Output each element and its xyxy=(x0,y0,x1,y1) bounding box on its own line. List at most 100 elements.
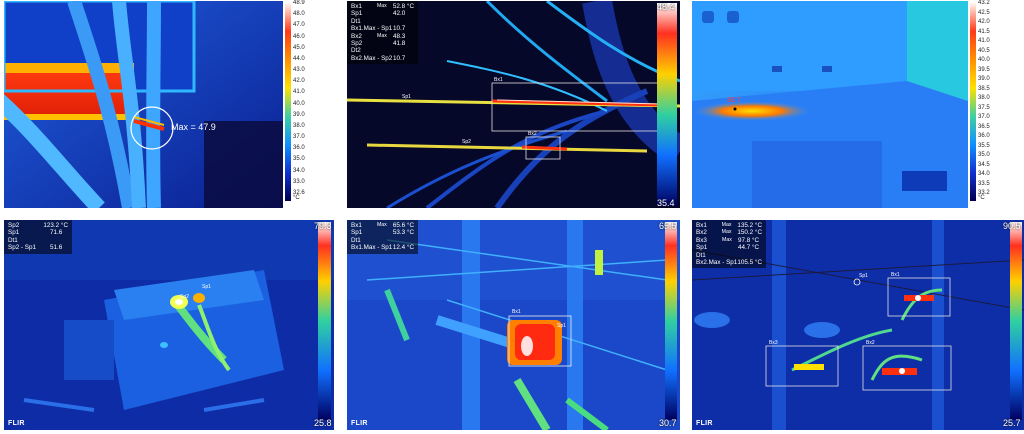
readout-row: Bx2.Max - Sp2 10.7 xyxy=(351,55,414,62)
scale-tick-label: 33.0 xyxy=(293,178,305,185)
scale-tick-label: 37.5 xyxy=(978,104,990,111)
scale-tick-label: 46.0 xyxy=(293,33,305,40)
readout-row: Sp1 44.7 °C xyxy=(696,244,762,251)
readout-row: Sp2 123.2 °C xyxy=(8,222,68,229)
readout-measure: Max xyxy=(721,222,732,228)
scale-tick-label: 45.0 xyxy=(293,44,305,51)
readout-value: 10.7 xyxy=(393,54,406,62)
readout-value: 71.6 xyxy=(50,229,63,237)
scale-tick-label: 43.2 xyxy=(978,0,990,6)
readout-measure xyxy=(722,259,735,266)
scale-tick-label: 34.0 xyxy=(293,167,305,174)
box-label-bx3: Bx3 xyxy=(769,340,778,346)
scale-max-value: 48.4 xyxy=(657,2,675,12)
scale-tick-label: 48.0 xyxy=(293,11,305,18)
box-label-bx1: Bx1 xyxy=(512,309,521,315)
panel1-color-gradient xyxy=(285,3,291,201)
scale-min-value: 25.8 xyxy=(314,418,332,428)
readout-row: Sp2 41.8 xyxy=(351,40,414,47)
scale-tick-label: 34.5 xyxy=(978,161,990,168)
readout-measure xyxy=(377,55,391,62)
readout-row: Bx2 Max 48.3 xyxy=(351,33,414,40)
scale-tick-label: 48.9 xyxy=(293,0,305,6)
readout-key: Dt1 xyxy=(351,236,361,244)
readout-measure xyxy=(377,229,391,236)
thermal-image-pole-junction: Bx1 Max 65.6 °C Sp1 53.3 °C Dt1 Bx1.Max - Sp1 1… xyxy=(347,220,680,430)
readout-measure xyxy=(34,229,48,236)
flir-logo: FLIR xyxy=(351,420,368,427)
scale-unit-label: °C xyxy=(978,195,985,201)
readout-key: Bx2.Max - Sp2 xyxy=(351,54,393,62)
readout-row: Bx1.Max - Sp1 10.7 xyxy=(351,25,414,32)
scale-tick-label: 42.0 xyxy=(293,78,305,85)
max-temperature-label: Max = 47.9 xyxy=(171,122,216,132)
scale-max-value: 90.5 xyxy=(1003,221,1021,231)
readout-row: Dt1 xyxy=(696,252,762,259)
scale-tick-label: 36.0 xyxy=(978,133,990,139)
scale-max-value: 65.5 xyxy=(659,221,677,231)
measurement-readout: Sp2 123.2 °C Sp1 71.6 Dt1 Sp2 - Sp1 51.6 xyxy=(4,220,72,254)
readout-value: 48.3 xyxy=(393,32,406,40)
scale-tick-label: 41.0 xyxy=(978,38,990,44)
box-label-bx2: Bx2 xyxy=(528,131,537,137)
thermal-image-transformer: Sp2 123.2 °C Sp1 71.6 Dt1 Sp2 - Sp1 51.6 Sp2 S… xyxy=(4,220,334,430)
readout-key: Bx2 xyxy=(696,229,707,237)
readout-measure xyxy=(722,244,736,251)
panel3-color-scale: 43.2 42.5 42.0 41.5 41.0 40.5 40.0 39.5 39.0 38.5… xyxy=(968,0,1024,208)
readout-row: Bx2.Max - Sp1 105.5 °C xyxy=(696,259,762,266)
readout-value: 52.8 °C xyxy=(392,3,414,10)
readout-key: Sp2 - Sp1 xyxy=(8,244,37,252)
scale-tick-label: 38.0 xyxy=(978,95,990,101)
scale-tick-label: 44.0 xyxy=(293,55,305,62)
scale-tick-label: 39.0 xyxy=(978,76,990,82)
readout-key: Sp1 xyxy=(351,10,363,18)
scale-tick-label: 39.0 xyxy=(293,111,305,118)
readout-row: Bx1 Max 52.8 °C xyxy=(351,3,414,10)
readout-key: Dt2 xyxy=(351,47,361,55)
thermal-image-overhead-lines: Bx1 Max 135.2 °C Bx2 Max 150.2 °C Bx3 Max 97.8 °… xyxy=(692,220,1024,430)
scale-unit-label: °C xyxy=(293,195,300,201)
readout-row: Dt2 xyxy=(351,47,414,54)
enclosure-thermal-render xyxy=(692,1,968,208)
scale-max-value: 79.3 xyxy=(314,221,332,231)
scale-tick-label: 41.5 xyxy=(978,28,990,35)
readout-measure xyxy=(377,40,391,47)
readout-measure xyxy=(34,237,48,244)
readout-key: Sp1 xyxy=(696,244,708,252)
readout-measure: Max xyxy=(722,236,732,243)
readout-row: Bx1.Max - Sp1 12.4 °C xyxy=(351,244,414,251)
readout-key: Sp1 xyxy=(8,229,20,237)
scale-tick-label: 39.5 xyxy=(978,66,990,73)
thermal-image-enclosure: 38.7 xyxy=(692,1,968,208)
readout-key: Bx1 xyxy=(351,3,362,10)
measurement-readout: Bx1 Max 135.2 °C Bx2 Max 150.2 °C Bx3 Max 97.8 °… xyxy=(692,220,766,269)
spot-label-sp2: Sp2 xyxy=(180,294,189,300)
cables-thermal-render xyxy=(4,1,283,208)
readout-value: 12.4 °C xyxy=(392,244,414,252)
readout-row: Dt1 xyxy=(351,18,414,25)
readout-value: 44.7 °C xyxy=(738,244,760,252)
readout-measure xyxy=(722,252,736,259)
readout-row: Dt1 xyxy=(8,237,68,244)
readout-value: 10.7 xyxy=(393,25,406,33)
readout-key: Bx1.Max - Sp1 xyxy=(351,25,393,33)
readout-key: Bx2 xyxy=(351,32,362,40)
readout-measure xyxy=(377,25,391,32)
readout-measure xyxy=(30,222,42,229)
readout-measure xyxy=(377,10,391,17)
readout-key: Sp2 xyxy=(351,40,363,48)
readout-measure: Max xyxy=(721,229,732,236)
scale-tick-label: 42.0 xyxy=(978,19,990,25)
scale-min-value: 35.4 xyxy=(657,198,675,208)
measurement-readout: Bx1 Max 52.8 °C Sp1 42.0 Dt1 Bx1.Max - Sp1 10.7… xyxy=(347,1,418,65)
readout-measure xyxy=(377,18,391,25)
readout-row: Sp1 53.3 °C xyxy=(351,229,414,236)
readout-measure: Max xyxy=(376,222,387,228)
scale-tick-label: 43.0 xyxy=(293,67,305,74)
readout-row: Sp1 71.6 xyxy=(8,229,68,236)
thermal-image-cables: Max = 47.9 xyxy=(4,1,283,208)
readout-measure xyxy=(377,237,391,244)
flir-logo: FLIR xyxy=(8,420,25,427)
scale-tick-label: 47.0 xyxy=(293,22,305,29)
readout-measure xyxy=(377,47,391,54)
